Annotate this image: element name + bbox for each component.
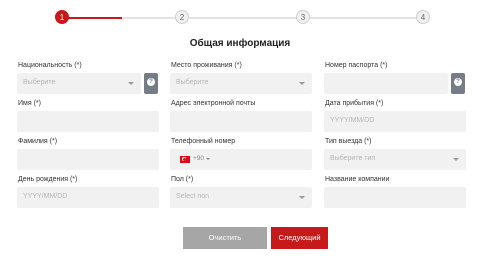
stepper-step-1[interactable]: 1 <box>55 10 69 24</box>
company-input[interactable] <box>324 187 466 208</box>
last-name-label: Фамилия (*) <box>18 138 58 145</box>
chevron-down-icon <box>299 82 305 85</box>
next-button[interactable]: Следующий <box>271 227 328 249</box>
email-label: Адрес электронной почты <box>171 100 256 107</box>
nationality-label: Национальность (*) <box>18 62 82 69</box>
departure-type-select[interactable]: Выберите тип <box>324 149 466 170</box>
company-label: Название компании <box>325 176 390 183</box>
phone-country-code: +90 <box>193 155 205 162</box>
form-title: Общая информация <box>189 38 291 49</box>
phone-input[interactable]: +90 <box>170 149 312 170</box>
residence-select[interactable]: Выберите <box>170 73 312 94</box>
help-button[interactable]: ? <box>144 73 158 94</box>
departure-type-placeholder: Выберите тип <box>330 155 376 162</box>
email-input[interactable] <box>170 111 312 132</box>
chevron-down-icon <box>128 82 134 85</box>
stepper-line-pending <box>122 17 426 19</box>
clear-button[interactable]: Очистить <box>183 227 267 249</box>
turkey-flag-icon[interactable] <box>180 156 190 163</box>
chevron-down-icon <box>453 158 459 161</box>
birth-date-label: День рождения (*) <box>18 176 78 183</box>
passport-label: Номер паспорта (*) <box>325 62 388 69</box>
question-icon: ? <box>454 78 462 86</box>
first-name-input[interactable] <box>17 111 159 132</box>
stepper-step-2[interactable]: 2 <box>175 10 189 24</box>
stepper-step-3[interactable]: 3 <box>296 10 310 24</box>
residence-placeholder: Выберите <box>176 79 209 86</box>
birth-date-placeholder: YYYY/MM/DD <box>23 193 68 200</box>
progress-stepper: 1 2 3 4 <box>55 10 433 26</box>
chevron-down-icon <box>299 196 305 199</box>
last-name-input[interactable] <box>17 149 159 170</box>
gender-placeholder: Select non <box>176 193 210 200</box>
arrival-date-placeholder: YYYY/MM/DD <box>330 117 375 124</box>
birth-date-input[interactable]: YYYY/MM/DD <box>17 187 159 208</box>
phone-label: Телефонный номер <box>171 138 236 145</box>
stepper-step-4[interactable]: 4 <box>416 10 430 24</box>
gender-label: Пол (*) <box>171 176 194 183</box>
passport-input[interactable] <box>324 73 448 94</box>
chevron-down-icon <box>206 158 210 160</box>
arrival-date-input[interactable]: YYYY/MM/DD <box>324 111 466 132</box>
help-button[interactable]: ? <box>451 73 465 94</box>
residence-label: Место проживания (*) <box>171 62 242 69</box>
gender-select[interactable]: Select non <box>170 187 312 208</box>
nationality-placeholder: Выберите <box>23 79 56 86</box>
departure-type-label: Тип выезда (*) <box>325 138 372 145</box>
arrival-date-label: Дата прибытия (*) <box>325 100 384 107</box>
question-icon: ? <box>147 78 155 86</box>
nationality-select[interactable]: Выберите <box>17 73 141 94</box>
first-name-label: Имя (*) <box>18 100 41 107</box>
stepper-line-completed <box>62 17 122 19</box>
